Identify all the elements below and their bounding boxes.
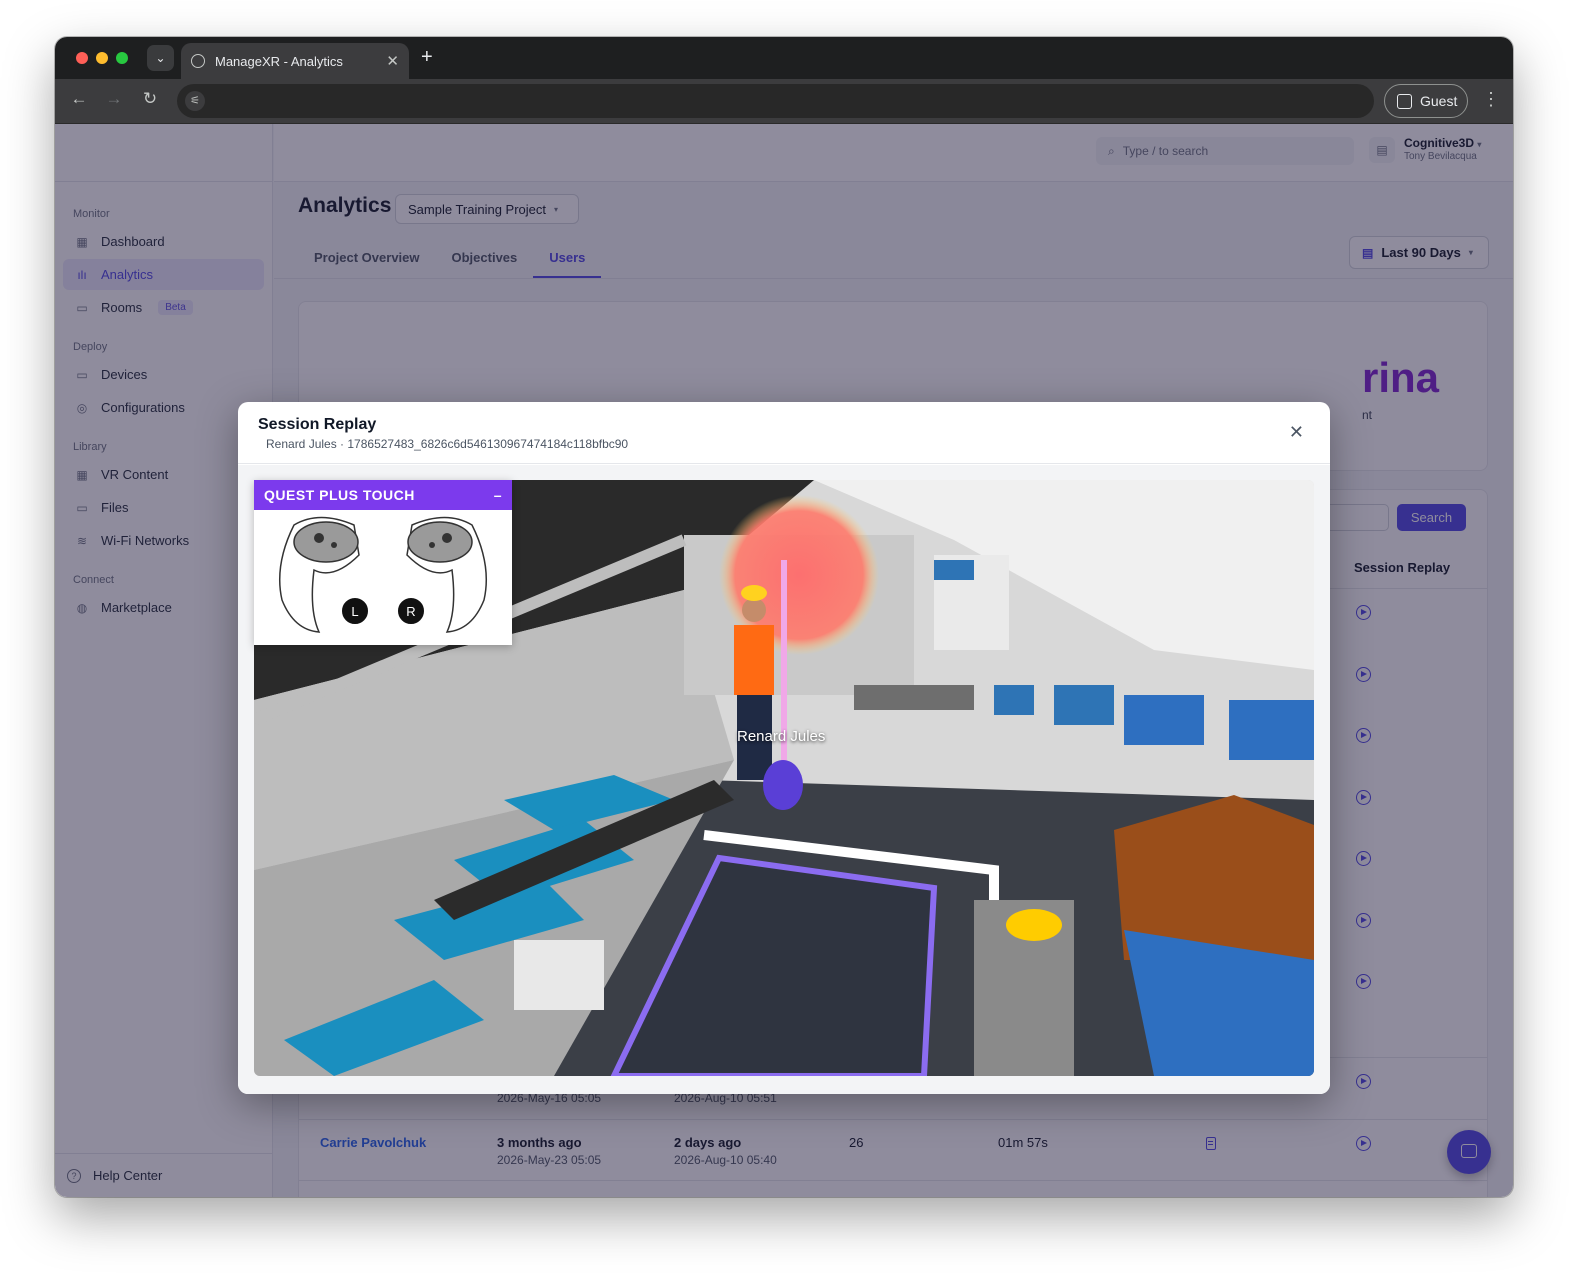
controllers-diagram: L R <box>279 516 487 633</box>
browser-menu-icon[interactable]: ⋮ <box>1482 89 1500 110</box>
globe-icon <box>191 54 205 68</box>
browser-tab-bar: ⌄ ManageXR - Analytics ✕ + <box>55 37 1513 79</box>
session-replay-modal: Session Replay Renard Jules · 1786527483… <box>238 402 1330 1094</box>
close-icon[interactable]: ✕ <box>1289 422 1304 443</box>
left-controller-label: L <box>351 604 358 619</box>
back-icon[interactable]: ← <box>67 89 91 109</box>
modal-header: Session Replay Renard Jules · 1786527483… <box>238 402 1330 464</box>
modal-subtitle: Renard Jules · 1786527483_6826c6d5461309… <box>266 437 629 451</box>
browser-window: ⌄ ManageXR - Analytics ✕ + ← → ↻ ⚟ Guest… <box>55 37 1513 1197</box>
controller-panel-title: QUEST PLUS TOUCH <box>264 487 415 503</box>
controller-panel-header: QUEST PLUS TOUCH – <box>254 480 512 510</box>
modal-title: Session Replay <box>258 416 377 433</box>
tab-search-button[interactable]: ⌄ <box>147 45 174 71</box>
window-zoom-button[interactable] <box>116 52 128 64</box>
reload-icon[interactable]: ↻ <box>138 89 162 109</box>
profile-label: Guest <box>1420 93 1458 109</box>
browser-toolbar: ← → ↻ ⚟ Guest ⋮ <box>55 79 1513 124</box>
browser-tab[interactable]: ManageXR - Analytics ✕ <box>181 43 409 79</box>
window-close-button[interactable] <box>76 52 88 64</box>
window-minimize-button[interactable] <box>96 52 108 64</box>
profile-icon <box>1397 93 1412 109</box>
controller-panel: QUEST PLUS TOUCH – L R <box>254 480 512 645</box>
profile-button[interactable]: Guest <box>1384 84 1468 118</box>
modal-backdrop[interactable]: Session Replay Renard Jules · 1786527483… <box>55 124 1513 1197</box>
avatar-name-label: Renard Jules <box>737 728 826 745</box>
forward-icon[interactable]: → <box>102 89 126 109</box>
tab-close-icon[interactable]: ✕ <box>386 52 399 70</box>
site-settings-icon[interactable]: ⚟ <box>185 91 205 111</box>
tab-title: ManageXR - Analytics <box>215 53 343 69</box>
modal-body: Renard Jules QUEST PLUS TOUCH – L R <box>238 465 1330 1094</box>
minimize-icon[interactable]: – <box>494 487 502 503</box>
address-bar[interactable]: ⚟ <box>177 84 1374 118</box>
new-tab-button[interactable]: + <box>421 45 433 69</box>
right-controller-label: R <box>406 604 415 619</box>
